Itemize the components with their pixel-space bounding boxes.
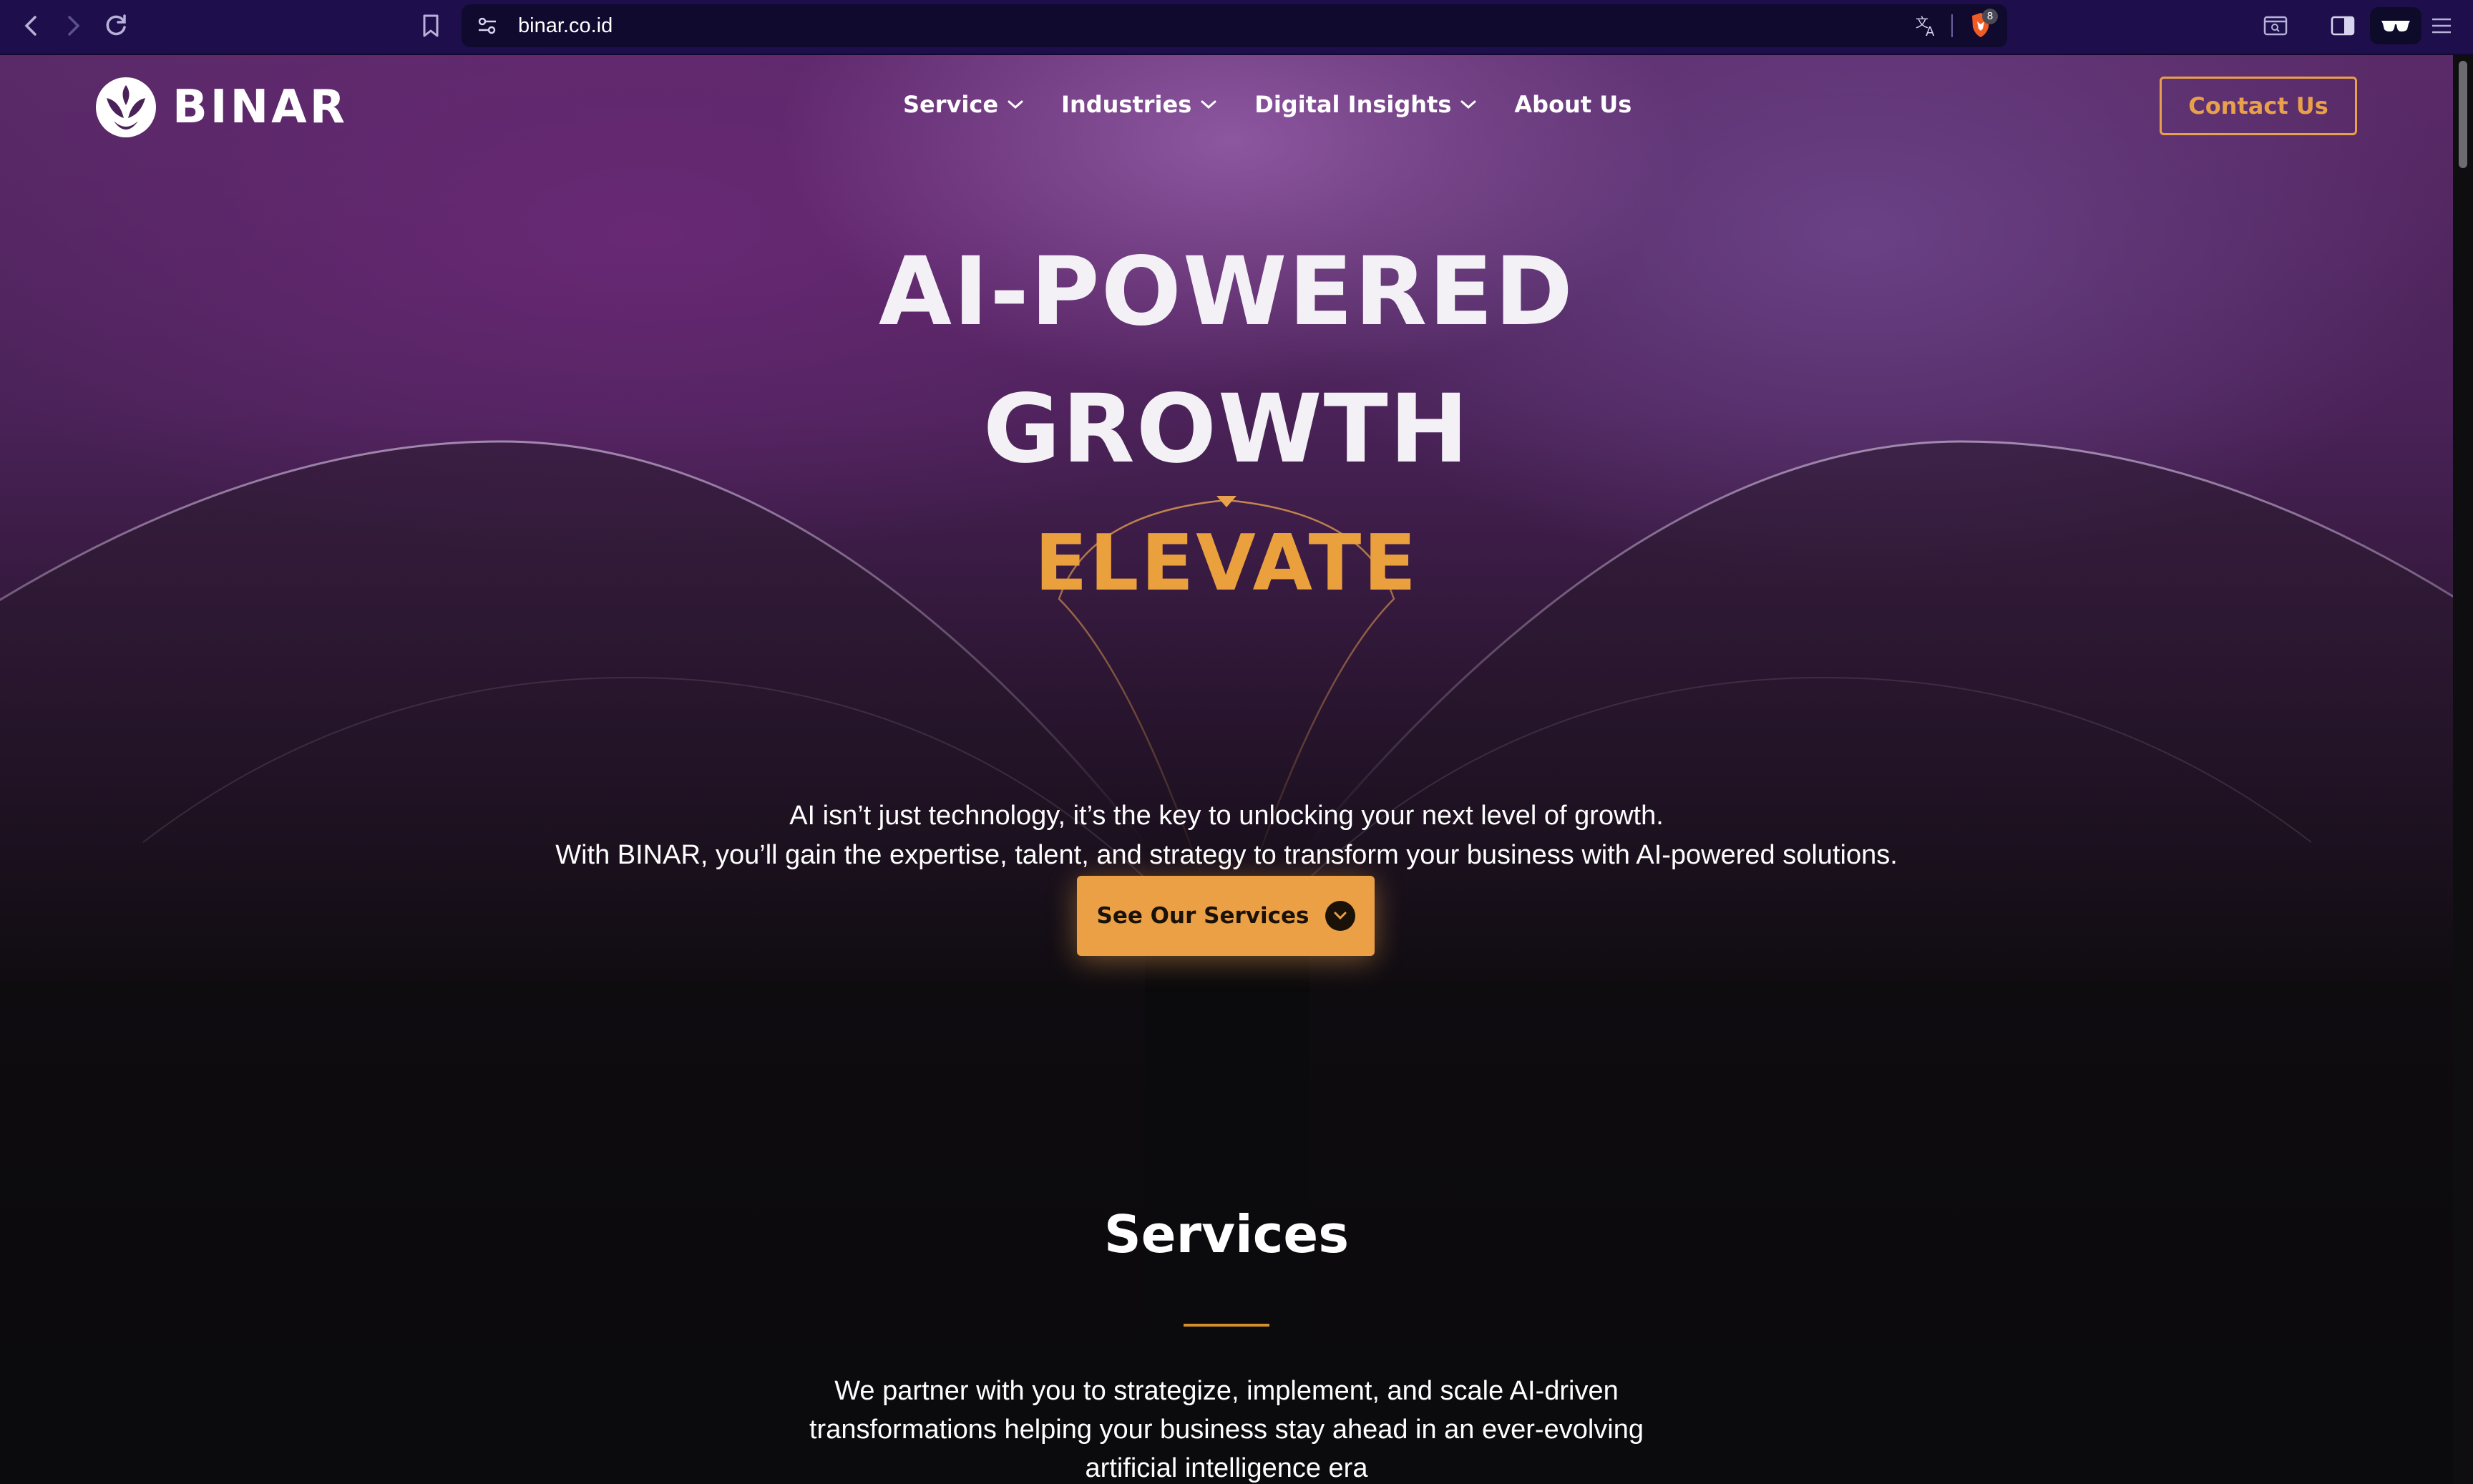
nav-label: Digital Insights xyxy=(1254,91,1452,118)
reload-icon[interactable] xyxy=(100,10,132,42)
sidebar-toggle-icon[interactable] xyxy=(2327,10,2359,42)
nav-item-digital-insights[interactable]: Digital Insights xyxy=(1254,91,1477,118)
hero-title-line1: AI-POWERED xyxy=(878,237,1575,347)
nav-item-service[interactable]: Service xyxy=(903,91,1024,118)
nav-label: About Us xyxy=(1514,91,1632,118)
back-icon[interactable] xyxy=(16,10,47,42)
services-heading: Services xyxy=(1103,1204,1350,1264)
menu-icon[interactable] xyxy=(2426,10,2457,42)
cta-label: See Our Services xyxy=(1096,903,1309,929)
main-nav: Service Industries Digital Insights Abou… xyxy=(903,91,1631,118)
chevron-down-icon xyxy=(1460,100,1476,109)
nav-item-industries[interactable]: Industries xyxy=(1061,91,1217,118)
reader-mode-button[interactable] xyxy=(2370,7,2421,44)
chevron-down-icon xyxy=(1008,100,1023,109)
logo-text: BINAR xyxy=(172,81,348,134)
page-scrollbar[interactable] xyxy=(2453,55,2473,1484)
chevron-down-circle-icon xyxy=(1325,901,1355,931)
glasses-icon xyxy=(2381,21,2410,31)
binar-logo-icon xyxy=(96,77,156,137)
address-bar[interactable]: binar.co.id 文A xyxy=(462,4,2007,47)
urlbar-divider xyxy=(1951,14,1953,37)
shield-count-badge: 8 xyxy=(1982,9,1998,24)
nav-label: Service xyxy=(903,91,999,118)
see-our-services-button[interactable]: See Our Services xyxy=(1077,876,1375,956)
bookmark-icon[interactable] xyxy=(415,10,447,42)
hero-title-line2: GROWTH xyxy=(982,374,1470,484)
tab-search-icon[interactable] xyxy=(2260,10,2291,42)
hero-accent-word: ELEVATE xyxy=(1034,519,1419,608)
hero-subtitle-line1: AI isn’t just technology, it’s the key t… xyxy=(789,801,1664,831)
binar-logo[interactable]: BINAR xyxy=(95,77,348,138)
services-divider xyxy=(1184,1324,1269,1327)
url-text[interactable]: binar.co.id xyxy=(518,14,613,38)
svg-text:A: A xyxy=(1926,24,1935,39)
hero-subtitle-line2: With BINAR, you’ll gain the expertise, t… xyxy=(555,840,1898,870)
chevron-down-icon xyxy=(1201,100,1216,109)
web-page: BINAR Service Industries Digital Insight… xyxy=(0,55,2453,1484)
browser-toolbar: binar.co.id 文A 8 xyxy=(0,0,2473,55)
scrollbar-thumb[interactable] xyxy=(2459,61,2467,168)
translate-icon[interactable]: 文A xyxy=(1914,13,1940,42)
contact-us-button[interactable]: Contact Us xyxy=(2160,77,2357,135)
services-description: We partner with you to strategize, imple… xyxy=(809,1376,1644,1483)
nav-label: Industries xyxy=(1061,91,1192,118)
site-settings-icon[interactable] xyxy=(476,14,499,41)
forward-icon[interactable] xyxy=(57,10,89,42)
nav-item-about-us[interactable]: About Us xyxy=(1514,91,1631,118)
